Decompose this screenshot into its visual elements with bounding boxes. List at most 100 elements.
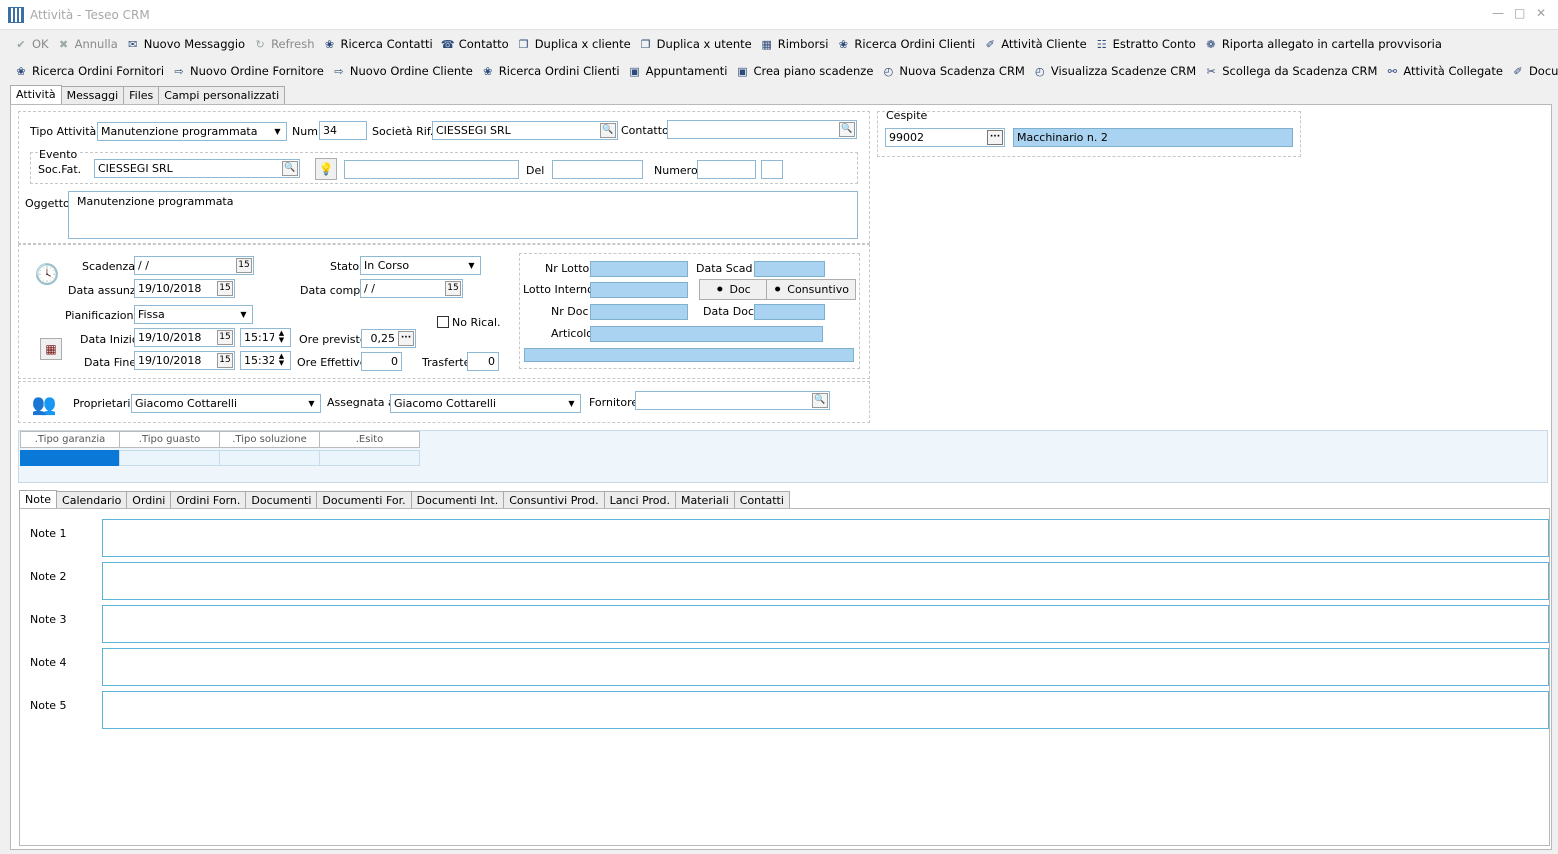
spinner-icon[interactable]: ▲ ▼ (274, 353, 289, 368)
consuntivo-button[interactable]: ⚫ Consuntivo (766, 279, 856, 300)
spinner-icon[interactable]: ▲ ▼ (274, 330, 289, 345)
calendar-icon[interactable]: 15 (236, 258, 252, 273)
tab-ordini-forn[interactable]: Ordini Forn. (170, 491, 247, 509)
lightbulb-icon[interactable]: 💡 (315, 158, 337, 180)
contatto-field[interactable]: 🔍 (667, 120, 857, 139)
cespite-code-field[interactable]: 99002 ··· (885, 128, 1005, 147)
data-fine-field[interactable]: 19/10/2018 15 (134, 351, 235, 370)
toolbar-button-ricerca-contatti[interactable]: ❀ Ricerca Contatti (319, 33, 437, 55)
toolbar-button-ricerca-ordini-fornitori[interactable]: ❀ Ricerca Ordini Fornitori (10, 60, 168, 82)
tab-note[interactable]: Note (19, 490, 58, 510)
toolbar-button-ok[interactable]: ✔ OK (10, 33, 53, 55)
toolbar-button-ricerca-ordini-clienti[interactable]: ❀ Ricerca Ordini Clienti (477, 60, 624, 82)
tab-materiali[interactable]: Materiali (675, 491, 735, 509)
grid-header-esito[interactable]: .Esito (319, 431, 420, 448)
chevron-down-icon[interactable]: ▼ (564, 396, 579, 411)
tab-ordini[interactable]: Ordini (126, 491, 172, 509)
ore-previste-field[interactable]: 0,25 ··· (361, 329, 416, 348)
proprietario-select[interactable]: Giacomo Cottarelli ▼ (131, 394, 321, 413)
close-icon[interactable]: ✕ (1536, 6, 1546, 20)
search-icon[interactable]: 🔍 (839, 122, 855, 137)
toolbar-button-attivit-cliente[interactable]: ✐ Attività Cliente (979, 33, 1090, 55)
calendar-icon[interactable]: 15 (445, 281, 461, 296)
note-field[interactable] (102, 562, 1549, 600)
grid-cell-selected[interactable] (20, 450, 120, 466)
toolbar-button-appuntamenti[interactable]: ▣ Appuntamenti (624, 60, 732, 82)
note-field[interactable] (102, 519, 1549, 557)
tab-consuntivi-prod[interactable]: Consuntivi Prod. (503, 491, 605, 509)
toolbar-button-documenti-crm[interactable]: ✐ Documenti CRM (1507, 60, 1558, 82)
search-icon[interactable]: 🔍 (282, 161, 298, 176)
no-rical-checkbox[interactable] (437, 316, 449, 328)
tab-calendario[interactable]: Calendario (56, 491, 128, 509)
chevron-down-icon[interactable]: ▼ (304, 396, 319, 411)
tab-contatti[interactable]: Contatti (733, 491, 790, 509)
chevron-down-icon[interactable]: ▼ (270, 124, 285, 139)
tab-messaggi[interactable]: Messaggi (60, 86, 125, 104)
grid-cell[interactable] (319, 450, 420, 466)
toolbar-button-crea-piano-scadenze[interactable]: ▣ Crea piano scadenze (731, 60, 877, 82)
tab-files[interactable]: Files (123, 86, 160, 104)
assegnata-select[interactable]: Giacomo Cottarelli ▼ (390, 394, 581, 413)
toolbar-button-riporta-allegato-in-cartella-provvisoria[interactable]: ❁ Riporta allegato in cartella provvisori… (1200, 33, 1446, 55)
note-field[interactable] (102, 691, 1549, 729)
societa-field[interactable]: CIESSEGI SRL 🔍 (432, 121, 618, 140)
toolbar-button-ricerca-ordini-clienti[interactable]: ❀ Ricerca Ordini Clienti (832, 33, 979, 55)
note-field[interactable] (102, 648, 1549, 686)
maximize-icon[interactable]: □ (1514, 6, 1525, 20)
stato-select[interactable]: In Corso ▼ (360, 256, 481, 275)
ore-effettive-field[interactable]: 0 (361, 352, 402, 371)
trasferte-field[interactable]: 0 (467, 352, 499, 371)
pianificazione-select[interactable]: Fissa ▼ (134, 305, 253, 324)
toolbar-button-attivit-collegate[interactable]: ⚯ Attività Collegate (1381, 60, 1507, 82)
grid-header-tipo-guasto[interactable]: .Tipo guasto (119, 431, 220, 448)
tab-lanci-prod[interactable]: Lanci Prod. (603, 491, 677, 509)
calendar-icon[interactable]: 15 (217, 353, 233, 368)
toolbar-button-estratto-conto[interactable]: ☷ Estratto Conto (1091, 33, 1200, 55)
oggetto-field[interactable]: Manutenzione programmata (68, 191, 858, 239)
toolbar-button-refresh[interactable]: ↻ Refresh (249, 33, 318, 55)
toolbar-button-contatto[interactable]: ☎ Contatto (437, 33, 513, 55)
evento-desc-field[interactable] (344, 160, 519, 179)
data-compl-field[interactable]: / / 15 (360, 279, 463, 298)
data-inizio-field[interactable]: 19/10/2018 15 (134, 328, 235, 347)
toolbar-button-visualizza-scadenze-crm[interactable]: ◴ Visualizza Scadenze CRM (1029, 60, 1200, 82)
grid-cell[interactable] (219, 450, 320, 466)
search-icon[interactable]: 🔍 (812, 393, 828, 408)
ora-fine-field[interactable]: 15:32 ▲ ▼ (240, 351, 291, 370)
toolbar-button-nuovo-ordine-fornitore[interactable]: ⇨ Nuovo Ordine Fornitore (168, 60, 328, 82)
ellipsis-icon[interactable]: ··· (987, 130, 1003, 145)
ora-inizio-field[interactable]: 15:17 ▲ ▼ (240, 328, 291, 347)
numero-field[interactable] (697, 160, 756, 179)
num-field[interactable]: 34 (319, 121, 367, 140)
chevron-down-icon[interactable]: ▼ (464, 258, 479, 273)
tab-documenti-for[interactable]: Documenti For. (316, 491, 412, 509)
tipo-attivita-select[interactable]: Manutenzione programmata ▼ (97, 122, 287, 141)
note-field[interactable] (102, 605, 1549, 643)
numero-suffix-field[interactable] (761, 160, 783, 179)
toolbar-button-rimborsi[interactable]: ▦ Rimborsi (756, 33, 833, 55)
ellipsis-icon[interactable]: ··· (398, 331, 414, 346)
toolbar-button-duplica-x-cliente[interactable]: ❐ Duplica x cliente (513, 33, 635, 55)
toolbar-button-annulla[interactable]: ✖ Annulla (53, 33, 122, 55)
toolbar-button-nuova-scadenza-crm[interactable]: ◴ Nuova Scadenza CRM (877, 60, 1028, 82)
tab-documenti[interactable]: Documenti (245, 491, 318, 509)
toolbar-button-scollega-da-scadenza-crm[interactable]: ✂ Scollega da Scadenza CRM (1200, 60, 1381, 82)
socfat-field[interactable]: CIESSEGI SRL 🔍 (94, 159, 300, 178)
tab-attivita[interactable]: Attività (10, 85, 62, 105)
search-icon[interactable]: 🔍 (600, 123, 616, 138)
scadenza-field[interactable]: / / 15 (134, 256, 254, 275)
calendar-icon[interactable]: 15 (217, 330, 233, 345)
data-assunz-field[interactable]: 19/10/2018 15 (134, 279, 235, 298)
doc-button[interactable]: ⚫ Doc (699, 279, 767, 300)
minimize-icon[interactable]: — (1492, 6, 1504, 20)
tab-documenti-int[interactable]: Documenti Int. (410, 491, 505, 509)
grid-header-tipo-garanzia[interactable]: .Tipo garanzia (20, 431, 120, 448)
grid-header-tipo-soluzione[interactable]: .Tipo soluzione (219, 431, 320, 448)
calendar-icon[interactable]: 15 (217, 281, 233, 296)
fornitore-field[interactable]: 🔍 (635, 391, 830, 410)
toolbar-button-duplica-x-utente[interactable]: ❐ Duplica x utente (635, 33, 756, 55)
chevron-down-icon[interactable]: ▼ (236, 307, 251, 322)
del-field[interactable] (552, 160, 643, 179)
grid-cell[interactable] (119, 450, 220, 466)
